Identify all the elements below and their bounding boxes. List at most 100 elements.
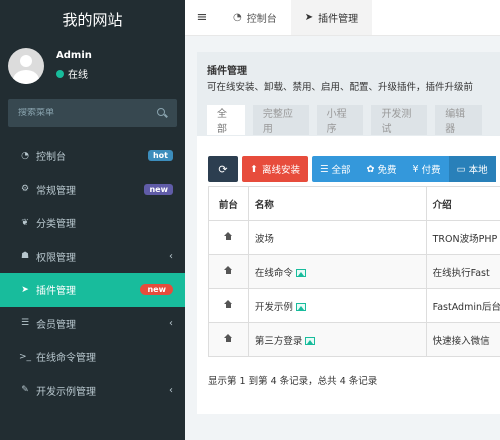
addon-table: 前台 名称 介绍 波场 TRON波场PHP 在线命令 在线执行Fast 开发示例…	[208, 186, 500, 357]
column-header-name[interactable]: 名称	[247, 186, 427, 221]
avatar	[8, 47, 44, 84]
user-name: Admin	[56, 50, 92, 61]
addon-intro: FastAdmin后台	[432, 301, 500, 313]
image-icon[interactable]	[295, 303, 306, 311]
brand-title: 我的网站	[62, 10, 123, 29]
hot-badge: hot	[147, 150, 173, 162]
filter-button-group: ☰ 全部 ✿ 免费 ¥ 付费 ▭ 本地	[311, 156, 496, 182]
chevron-left-icon: ‹	[169, 250, 173, 262]
panel-heading: 插件管理 可在线安装、卸载、禁用、启用、配置、升级插件，插件升级前 全部 完整应…	[197, 52, 500, 136]
filter-paid-label: 付费	[421, 165, 441, 176]
addon-intro: 快速接入微信	[432, 335, 490, 347]
sidebar-item-label: 开发示例管理	[36, 386, 96, 398]
refresh-icon: ⟳	[218, 162, 228, 176]
online-dot-icon	[56, 69, 64, 78]
pagination-summary: 显示第 1 到第 4 条记录，总共 4 条记录	[208, 376, 378, 387]
sidebar-search	[8, 99, 177, 127]
rocket-icon: ➤	[304, 12, 314, 23]
sidebar-item-label: 权限管理	[36, 252, 76, 264]
tab-dashboard[interactable]: ◔ 控制台	[219, 0, 291, 35]
sidebar-menu: ◔ 控制台 hot ⚙ 常规管理 new ❦ 分类管理 ☗ 权限管理 ‹ ➤ 插…	[0, 139, 185, 407]
filter-local-button[interactable]: ▭ 本地	[448, 156, 496, 182]
addon-name: 波场	[254, 233, 274, 245]
home-icon[interactable]	[223, 334, 233, 342]
list-icon: ☰	[20, 318, 30, 329]
new-badge: new	[140, 284, 173, 296]
page-title: 插件管理	[207, 66, 247, 77]
tab-addon[interactable]: ➤ 插件管理	[290, 0, 373, 35]
offline-install-label: 离线安装	[261, 165, 300, 176]
column-header-intro[interactable]: 介绍	[425, 186, 500, 221]
addon-name: 在线命令	[254, 267, 293, 279]
menu-search-input[interactable]	[18, 108, 138, 118]
sidebar-item-dashboard[interactable]: ◔ 控制台 hot	[0, 139, 185, 173]
search-icon[interactable]	[157, 108, 167, 118]
toolbar: ⟳ ⬆ 离线安装 ☰ 全部 ✿ 免费 ¥ 付费 ▭ 本地	[208, 156, 500, 182]
dashboard-icon: ◔	[233, 12, 242, 23]
sidebar-item-general[interactable]: ⚙ 常规管理 new	[0, 173, 185, 207]
offline-install-button[interactable]: ⬆ 离线安装	[242, 156, 308, 182]
upload-icon: ⬆	[250, 163, 258, 175]
sidebar-item-command[interactable]: >_ 在线命令管理	[0, 340, 185, 374]
group-icon: ☗	[20, 251, 30, 262]
filter-free-label: 免费	[377, 165, 397, 176]
home-icon[interactable]	[223, 232, 233, 240]
addon-intro: 在线执行Fast	[432, 267, 490, 279]
table-row: 在线命令 在线执行Fast	[208, 254, 500, 289]
table-row: 开发示例 FastAdmin后台	[208, 288, 500, 323]
terminal-icon: >_	[18, 351, 32, 362]
addon-intro: TRON波场PHP	[432, 233, 498, 245]
table-header-row: 前台 名称 介绍	[208, 186, 500, 221]
home-icon[interactable]	[223, 266, 233, 274]
filter-all-label: 全部	[331, 165, 351, 176]
sidebar-item-label: 控制台	[36, 152, 66, 164]
tab-miniprogram[interactable]: 小程序	[316, 105, 364, 135]
sidebar-item-label: 会员管理	[36, 319, 76, 331]
brand-logo[interactable]: 我的网站	[0, 0, 185, 38]
gift-icon: ✿	[366, 163, 375, 175]
addon-name: 第三方登录	[254, 335, 303, 347]
user-panel: Admin 在线	[0, 38, 185, 93]
sidebar-item-label: 分类管理	[36, 219, 76, 231]
sidebar-item-label: 插件管理	[36, 286, 76, 298]
sidebar-item-example[interactable]: ✎ 开发示例管理 ‹	[0, 374, 185, 408]
new-badge: new	[144, 183, 173, 195]
sidebar-item-auth[interactable]: ☗ 权限管理 ‹	[0, 240, 185, 274]
category-tabs: 全部 完整应用 小程序 开发测试 编辑器	[207, 105, 490, 135]
leaf-icon: ❦	[21, 217, 29, 228]
sidebar-item-category[interactable]: ❦ 分类管理	[0, 206, 185, 240]
home-icon[interactable]	[223, 300, 233, 308]
yen-icon: ¥	[412, 163, 419, 175]
tab-all[interactable]: 全部	[207, 105, 245, 135]
filter-paid-button[interactable]: ¥ 付费	[404, 156, 449, 182]
image-icon[interactable]	[295, 269, 306, 277]
image-icon[interactable]	[305, 337, 316, 345]
tab-dev-test[interactable]: 开发测试	[371, 105, 428, 135]
filter-free-button[interactable]: ✿ 免费	[358, 156, 405, 182]
sidebar-item-addon[interactable]: ➤ 插件管理 new	[0, 273, 185, 307]
sidebar-item-label: 常规管理	[36, 185, 76, 197]
chevron-left-icon: ‹	[169, 317, 173, 329]
page-description: 可在线安装、卸载、禁用、启用、配置、升级插件，插件升级前	[207, 82, 474, 93]
list-icon: ☰	[319, 163, 329, 175]
user-status: 在线	[56, 66, 92, 81]
table-row: 第三方登录 快速接入微信	[208, 322, 500, 357]
rocket-icon: ➤	[21, 284, 29, 295]
table-row: 波场 TRON波场PHP	[208, 220, 500, 255]
refresh-button[interactable]: ⟳	[208, 156, 238, 182]
sidebar-toggle-icon[interactable]: ≡	[185, 0, 219, 35]
column-header-front[interactable]: 前台	[208, 186, 249, 221]
chevron-left-icon: ‹	[169, 384, 173, 396]
cogs-icon: ⚙	[20, 184, 30, 195]
addon-panel: 插件管理 可在线安装、卸载、禁用、启用、配置、升级插件，插件升级前 全部 完整应…	[197, 52, 500, 414]
tab-label: 控制台	[246, 14, 277, 25]
tab-label: 插件管理	[318, 14, 359, 25]
sidebar-item-label: 在线命令管理	[36, 353, 96, 365]
sidebar-item-user[interactable]: ☰ 会员管理 ‹	[0, 307, 185, 341]
filter-all-button[interactable]: ☰ 全部	[311, 156, 359, 182]
tab-editor[interactable]: 编辑器	[435, 105, 482, 135]
laptop-icon: ▭	[456, 163, 466, 175]
top-navbar: ≡ ◔ 控制台 ➤ 插件管理	[185, 0, 500, 36]
magic-icon: ✎	[21, 385, 29, 396]
tab-full-app[interactable]: 完整应用	[252, 105, 309, 135]
